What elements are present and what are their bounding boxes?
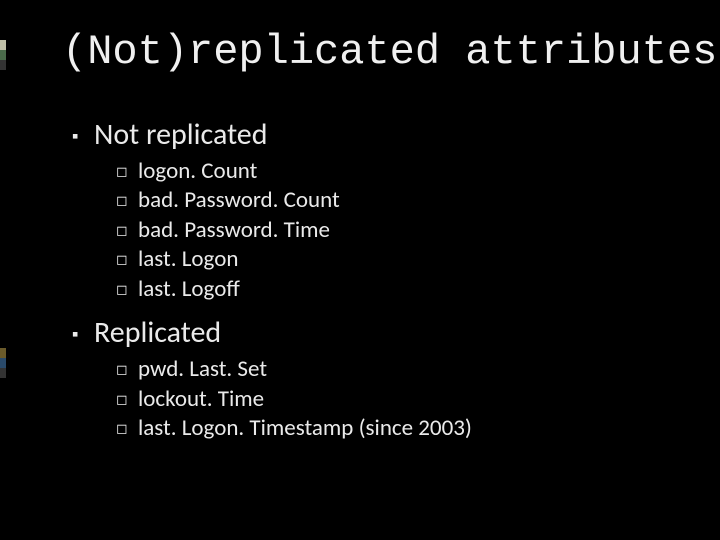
section-items: ◻pwd. Last. Set ◻lockout. Time ◻last. Lo… (116, 355, 472, 443)
bullet-icon: ◻ (116, 163, 138, 181)
section-heading-text: Not replicated (94, 116, 267, 153)
list-item: ◻last. Logoff (116, 275, 472, 304)
list-item: ◻last. Logon (116, 245, 472, 274)
bullet-icon: ◻ (116, 192, 138, 210)
bullet-icon: ◻ (116, 391, 138, 409)
list-item: ◻bad. Password. Time (116, 216, 472, 245)
list-item-text: bad. Password. Time (138, 216, 330, 245)
bullet-icon: ◻ (116, 222, 138, 240)
list-item-text: lockout. Time (138, 385, 264, 414)
list-item-text: last. Logon (138, 245, 238, 274)
slide-content: ▪ Not replicated ◻logon. Count ◻bad. Pas… (72, 116, 472, 454)
list-item: ◻last. Logon. Timestamp (since 2003) (116, 414, 472, 443)
list-item: ◻pwd. Last. Set (116, 355, 472, 384)
section-heading-text: Replicated (94, 314, 221, 351)
bullet-icon: ▪ (72, 127, 94, 145)
section-heading: ▪ Not replicated (72, 116, 472, 153)
list-item-text: logon. Count (138, 157, 257, 186)
list-item: ◻lockout. Time (116, 385, 472, 414)
list-item: ◻logon. Count (116, 157, 472, 186)
list-item-text: last. Logoff (138, 275, 240, 304)
slide-title: (Not)replicated attributes (62, 28, 717, 76)
bullet-icon: ◻ (116, 361, 138, 379)
bullet-icon: ◻ (116, 420, 138, 438)
section-items: ◻logon. Count ◻bad. Password. Count ◻bad… (116, 157, 472, 304)
list-item-text: last. Logon. Timestamp (since 2003) (138, 414, 472, 443)
bullet-icon: ◻ (116, 251, 138, 269)
slide: (Not)replicated attributes ▪ Not replica… (0, 0, 720, 540)
bullet-icon: ◻ (116, 281, 138, 299)
list-item-text: bad. Password. Count (138, 186, 340, 215)
section-heading: ▪ Replicated (72, 314, 472, 351)
list-item-text: pwd. Last. Set (138, 355, 267, 384)
bullet-icon: ▪ (72, 325, 94, 343)
list-item: ◻bad. Password. Count (116, 186, 472, 215)
